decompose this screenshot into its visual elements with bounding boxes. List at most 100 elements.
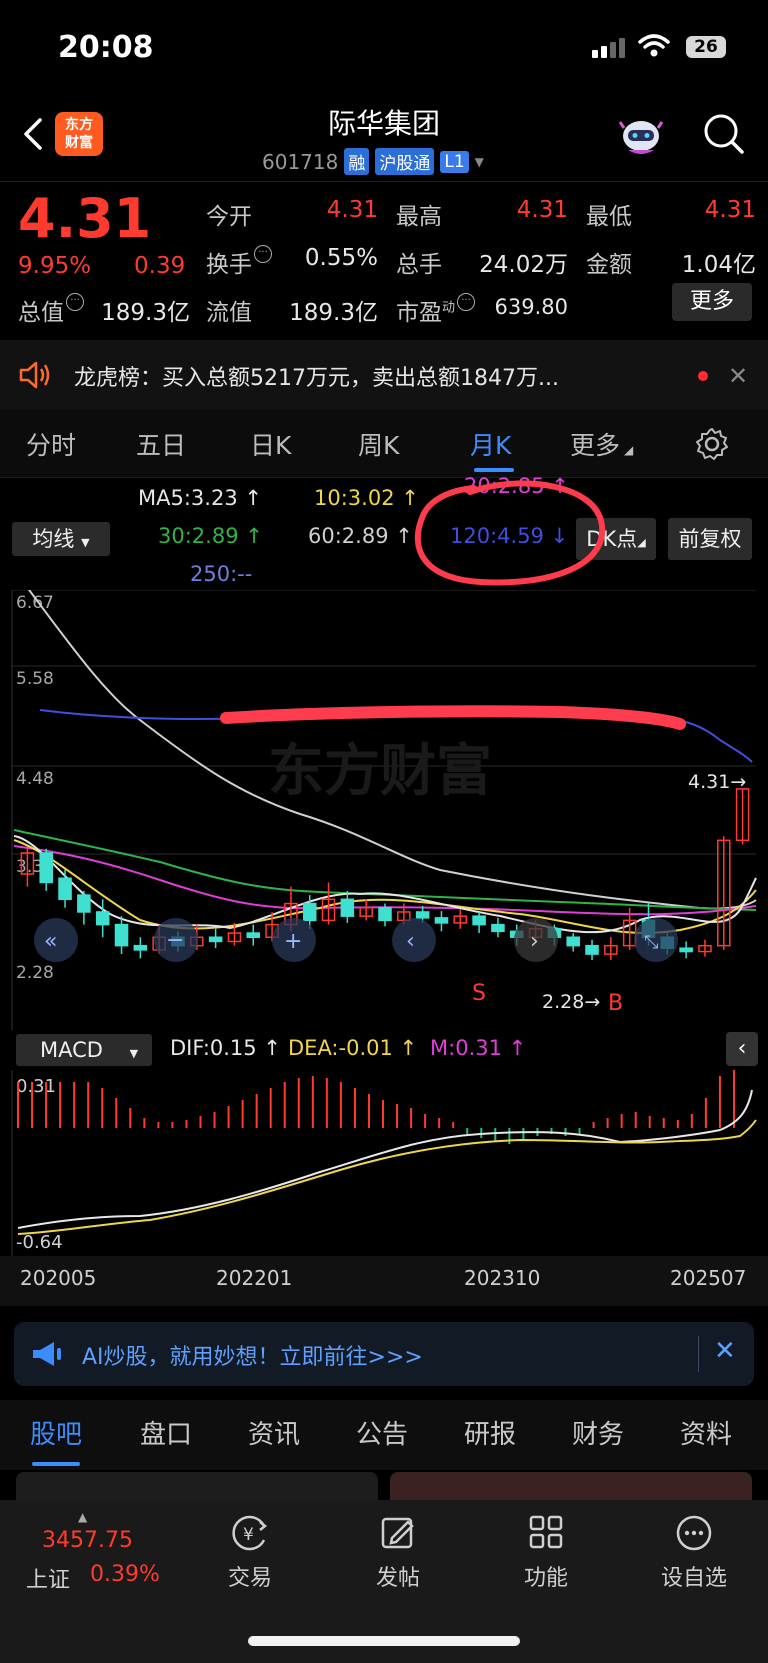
tab-announcements[interactable]: 公告: [356, 1414, 408, 1451]
minus-icon: −: [166, 928, 184, 953]
candle-body: [77, 894, 91, 913]
card-peek: [390, 1472, 752, 1502]
moving-average-panel: MA5:3.23 ↑ 10:3.02 ↑ 20:2.85 ↑ 均线 ▼ 30:2…: [0, 474, 768, 590]
kline-chart[interactable]: 东方财富 6.67 5.58 4.48 3.38 2.28 4.31→ 2.28→ S …: [0, 569, 768, 1030]
bottom-navigation: ▲ 3457.75 上证 0.39% ¥ 交易 发帖 功能 设自选: [0, 1500, 768, 1663]
notice-text: 龙虎榜：买入总额5217万元，卖出总额1847万...: [74, 366, 559, 391]
close-icon[interactable]: ✕: [714, 1336, 736, 1366]
candle-body: [434, 917, 449, 924]
info-icon[interactable]: ···: [457, 293, 476, 311]
info-icon[interactable]: ···: [254, 245, 272, 263]
candle: [434, 911, 449, 932]
candle-body: [208, 936, 223, 943]
nav-watchlist-label: 设自选: [660, 1566, 727, 1591]
stock-code-line[interactable]: 601718 融 沪股通 L1 ▼: [262, 148, 484, 175]
signal-icon: [592, 38, 628, 58]
index-value[interactable]: 3457.75: [42, 1528, 133, 1553]
close-icon[interactable]: ✕: [728, 362, 748, 390]
tab-financials[interactable]: 财务: [572, 1414, 624, 1451]
candle: [208, 928, 223, 949]
plus-icon: +: [284, 929, 302, 954]
candle-body: [585, 944, 599, 955]
info-icon[interactable]: ···: [66, 293, 84, 311]
tag-hk-connect: 沪股通: [375, 148, 435, 175]
macd-header: MACD ▼ DIF:0.15 ↑ DEA:-0.01 ↑ M:0.31 ↑ ‹: [0, 1030, 768, 1070]
ma30-label: 30:2.89 ↑: [158, 524, 263, 548]
tab-weekly-k[interactable]: 周K: [358, 426, 399, 462]
macd-chart[interactable]: 0.31 -0.64: [0, 1068, 768, 1256]
index-change[interactable]: 0.39%: [90, 1562, 160, 1587]
active-tab-indicator: [474, 468, 514, 472]
gear-icon[interactable]: [694, 426, 730, 462]
nav-trade[interactable]: ¥ 交易: [200, 1514, 300, 1592]
nav-watchlist[interactable]: 设自选: [644, 1514, 744, 1592]
nav-functions[interactable]: 功能: [496, 1514, 596, 1592]
tab-research[interactable]: 研报: [464, 1414, 516, 1451]
dropdown-triangle-icon: ◢: [624, 443, 634, 457]
active-tab-indicator: [32, 1462, 80, 1466]
svg-text:¥: ¥: [243, 1525, 254, 1545]
macd-canvas[interactable]: 0.31 -0.64: [0, 1068, 768, 1256]
tab-daily-k[interactable]: 日K: [250, 426, 291, 462]
wifi-icon: [638, 34, 670, 57]
candle: [453, 909, 468, 929]
candle-body: [679, 947, 693, 953]
collapse-chevron-left-icon[interactable]: ‹: [726, 1032, 758, 1066]
ma-selector[interactable]: 均线 ▼: [12, 522, 110, 556]
dropdown-triangle-icon: ▼: [81, 536, 90, 549]
hand-drawn-underline: [220, 705, 686, 730]
amount-value: 1.04亿: [681, 252, 756, 278]
dropdown-triangle-icon: ▼: [129, 1047, 139, 1060]
volume-label: 总手: [396, 252, 442, 278]
grid-icon: [529, 1515, 563, 1549]
dropdown-triangle-icon: ◢: [637, 536, 646, 549]
float-value: 189.3亿: [289, 300, 378, 326]
battery-icon: 26: [686, 36, 726, 58]
open-value: 4.31: [326, 197, 378, 223]
indicator-selector[interactable]: MACD ▼: [16, 1034, 152, 1066]
tab-monthly-k[interactable]: 月K: [470, 426, 511, 462]
status-time: 20:08: [58, 30, 154, 65]
ma250-label: 250:--: [190, 562, 253, 586]
y-tick: 5.58: [16, 669, 54, 689]
stock-code: 601718: [262, 149, 339, 174]
tab-five-day[interactable]: 五日: [136, 426, 186, 462]
candle-body: [378, 906, 392, 922]
more-button[interactable]: 更多: [672, 283, 752, 321]
index-name[interactable]: 上证: [26, 1562, 70, 1594]
candle-body: [114, 923, 129, 947]
card-peek: [16, 1472, 378, 1502]
content-tabs: 股吧 盘口 资讯 公告 研报 财务 资料: [0, 1400, 768, 1470]
search-icon[interactable]: [700, 110, 748, 158]
dragon-tiger-notice[interactable]: 龙虎榜：买入总额5217万元，卖出总额1847万... ✕: [0, 340, 768, 410]
ai-banner[interactable]: AI炒股，就用妙想！立即前往>>> ✕: [14, 1322, 754, 1386]
tab-orderbook[interactable]: 盘口: [140, 1414, 192, 1451]
nav-post[interactable]: 发帖: [348, 1514, 448, 1592]
high-value: 4.31: [516, 197, 568, 223]
tab-more[interactable]: 更多 ◢: [570, 426, 633, 462]
change-pct: 9.95%: [18, 253, 92, 279]
candle-body: [302, 902, 317, 922]
double-chevron-left-icon: «: [44, 929, 57, 954]
tab-intraday[interactable]: 分时: [26, 426, 76, 462]
candle: [585, 939, 599, 960]
low-value: 4.31: [704, 197, 756, 223]
x-tick: 202310: [464, 1266, 541, 1290]
pe-value: 639.80: [494, 295, 568, 319]
tab-news[interactable]: 资讯: [248, 1414, 300, 1451]
candle: [77, 890, 91, 925]
adjust-button[interactable]: 前复权: [668, 518, 752, 560]
robot-assistant-icon[interactable]: [616, 110, 666, 160]
tag-level1: L1: [440, 150, 469, 173]
tab-forum[interactable]: 股吧: [30, 1414, 82, 1451]
ma5-label: MA5:3.23 ↑: [138, 486, 262, 510]
tab-profile[interactable]: 资料: [680, 1414, 732, 1451]
ai-banner-text: AI炒股，就用妙想！立即前往>>>: [82, 1345, 423, 1370]
chevron-left-icon: ‹: [406, 929, 415, 954]
candle: [491, 917, 505, 938]
x-axis: 202005 202201 202310 202507: [0, 1256, 768, 1306]
kline-canvas[interactable]: 东方财富 6.675.584.483.382.28 4.31→ 2.28→ S …: [0, 569, 768, 1030]
amount-label: 金额: [586, 252, 632, 278]
stock-header: 东方财富 际华集团 601718 融 沪股通 L1 ▼: [0, 96, 768, 182]
unread-dot: [698, 371, 708, 381]
